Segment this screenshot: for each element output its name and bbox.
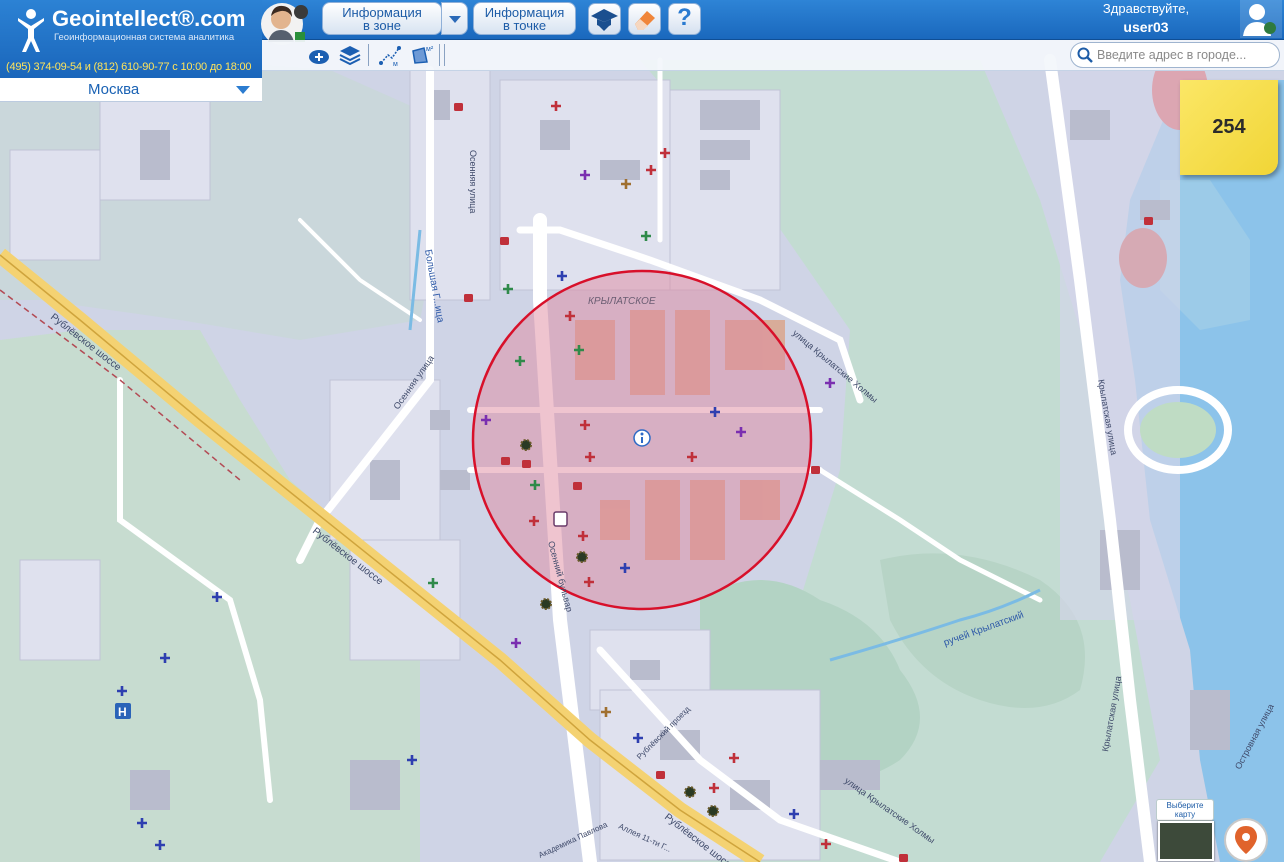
logo-text[interactable]: Geointellect®.com [52, 6, 245, 32]
satellite-thumbnail[interactable] [1158, 821, 1214, 861]
service-gear-marker[interactable] [684, 786, 696, 798]
logo-block: Geointellect®.com Геоинформационная сист… [0, 0, 262, 78]
logo-subtitle: Геоинформационная система аналитика [54, 32, 235, 43]
city-select[interactable]: Москва [0, 78, 262, 102]
logo-person-icon [18, 9, 44, 52]
address-search-input[interactable] [1097, 46, 1277, 64]
search-icon[interactable] [1077, 47, 1093, 63]
service-gear-marker[interactable] [707, 805, 719, 817]
map-type-chooser[interactable]: Выберите карту [1150, 797, 1220, 862]
map-pin-icon [1235, 826, 1257, 854]
greeting-text: Здравствуйте, [1102, 1, 1190, 16]
cafe-cup-marker[interactable] [811, 466, 820, 474]
svg-text:м²: м² [426, 46, 434, 53]
info-in-zone-button[interactable]: Информация в зоне [322, 2, 442, 35]
map-svg[interactable]: КРЫЛАТСКОЕ Рублёвское шоссе Рублёвское ш… [0, 0, 1284, 862]
measure-distance-icon[interactable]: м [378, 43, 402, 67]
help-icon: ? [677, 4, 692, 31]
service-gear-marker[interactable] [540, 598, 552, 610]
user-profile-icon[interactable] [1240, 0, 1282, 38]
toolbar-separator [444, 44, 445, 66]
svg-text:H: H [118, 705, 127, 719]
geolocation-button[interactable] [1224, 818, 1268, 862]
chevron-down-icon [449, 16, 461, 23]
username-text[interactable]: user03 [1092, 19, 1200, 35]
cafe-cup-marker[interactable] [501, 457, 510, 465]
measure-area-icon[interactable]: м² [410, 43, 434, 67]
cafe-cup-marker[interactable] [1144, 217, 1153, 225]
graduation-cap-icon [591, 9, 618, 31]
phone-line: (495) 374-09-54 и (812) 610-90-77 с 10:0… [6, 61, 252, 73]
eraser-button[interactable] [628, 3, 661, 35]
cafe-cup-marker[interactable] [573, 482, 582, 490]
results-count-value: 254 [1212, 116, 1246, 138]
map-chooser-label: Выберите карту [1156, 799, 1214, 821]
cafe-cup-marker[interactable] [899, 854, 908, 862]
chevron-down-icon [236, 86, 250, 94]
map-canvas[interactable]: КРЫЛАТСКОЕ Рублёвское шоссе Рублёвское ш… [0, 0, 1284, 862]
address-search-box [1070, 42, 1280, 68]
eraser-icon [635, 11, 655, 30]
info-at-point-line2: в точке [502, 18, 547, 33]
city-select-value: Москва [88, 81, 140, 98]
metro-marker [553, 511, 568, 527]
cafe-cup-marker[interactable] [454, 103, 463, 111]
cafe-cup-marker[interactable] [656, 771, 665, 779]
service-gear-marker[interactable] [520, 439, 532, 451]
info-in-zone-line2: в зоне [363, 18, 401, 33]
svg-text:м: м [393, 61, 398, 67]
service-gear-marker[interactable] [576, 551, 588, 563]
help-button[interactable]: ? [668, 3, 701, 35]
info-in-zone-dropdown-button[interactable] [441, 2, 468, 35]
toolbar-separator [368, 44, 369, 66]
district-label: КРЫЛАТСКОЕ [588, 296, 656, 307]
cafe-cup-marker[interactable] [522, 460, 531, 468]
results-count-note[interactable]: 254 [1180, 80, 1278, 175]
toolbar-separator [439, 44, 440, 66]
cafe-cup-marker[interactable] [500, 237, 509, 245]
cafe-cup-marker[interactable] [464, 294, 473, 302]
add-layer-icon[interactable] [307, 43, 331, 67]
info-at-point-button[interactable]: Информация в точке [473, 2, 576, 35]
education-button[interactable] [588, 3, 621, 35]
road-label-osennyaya-1: Осенняя улица [468, 150, 478, 213]
layers-icon[interactable] [338, 43, 362, 67]
